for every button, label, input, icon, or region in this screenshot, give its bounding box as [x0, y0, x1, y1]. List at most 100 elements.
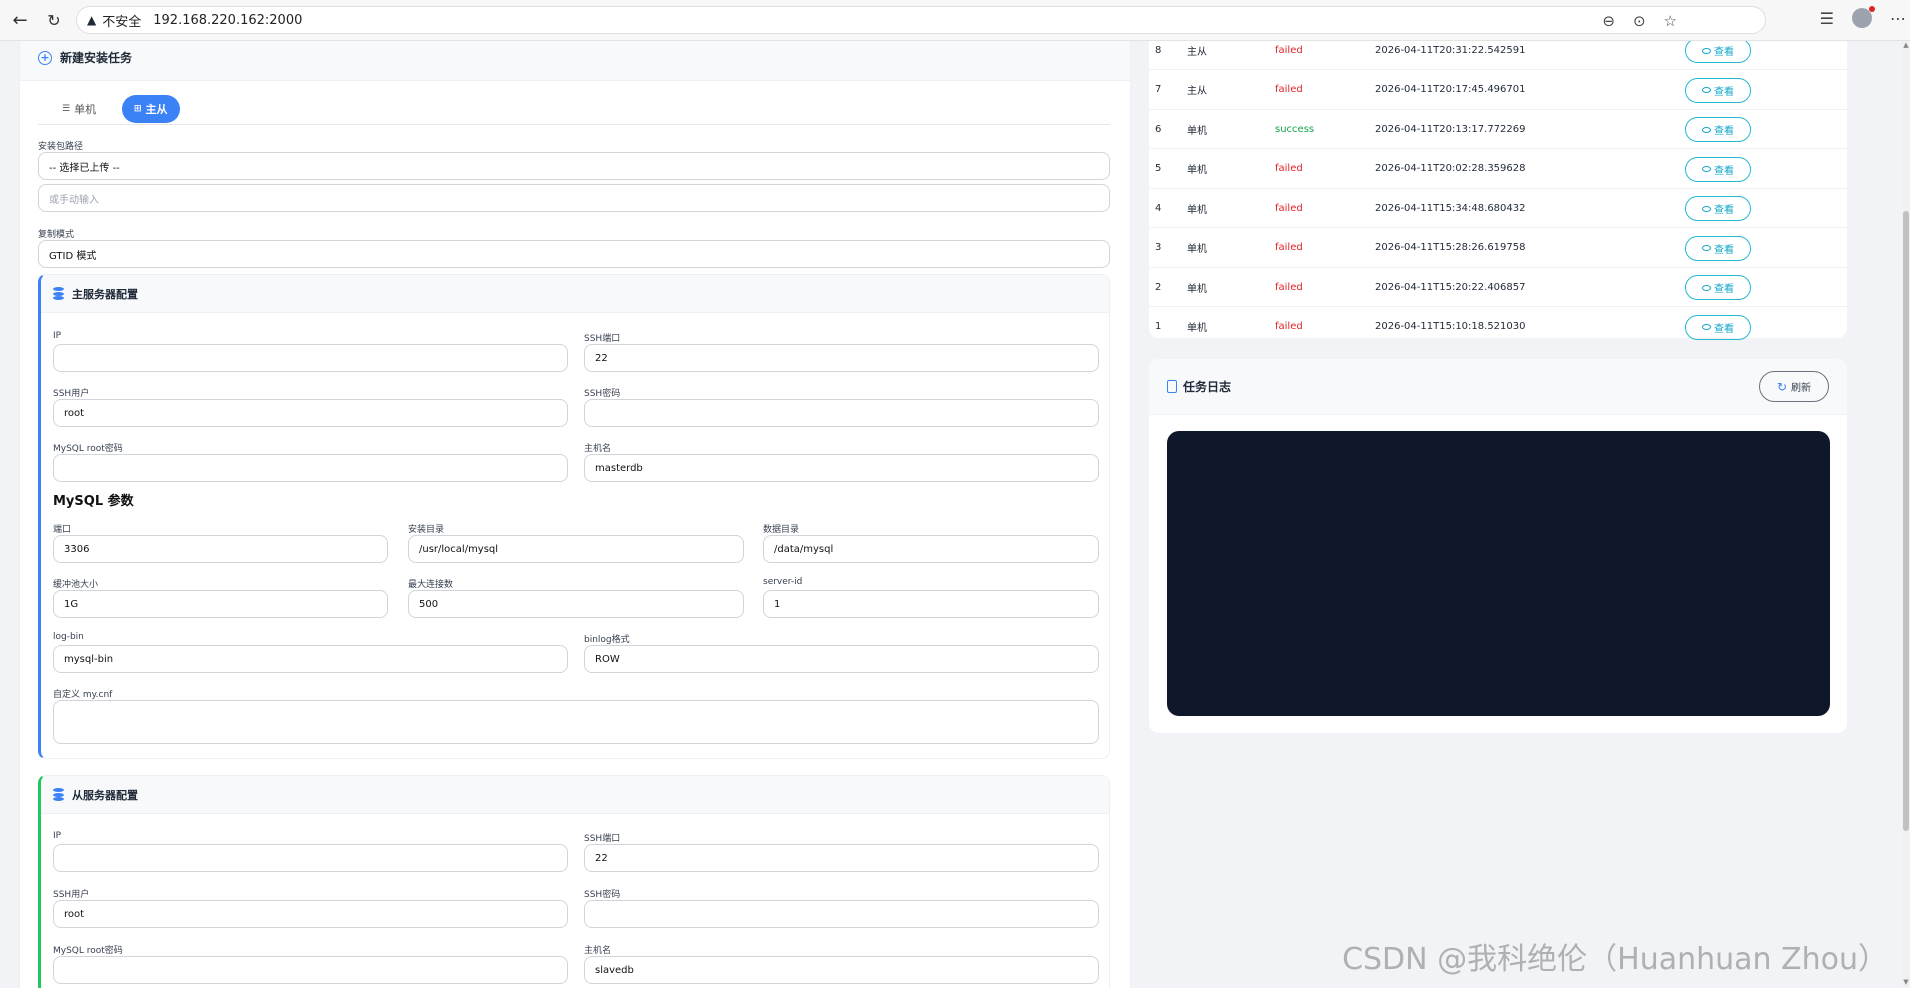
address-bar[interactable]: ▲ 不安全 192.168.220.162:2000 ⊖ ⊙ ☆	[76, 6, 1766, 34]
master-section-header: 主服务器配置	[41, 275, 1109, 313]
master-buffer-input[interactable]: 1G	[53, 590, 388, 618]
database-icon	[53, 788, 64, 801]
replication-select[interactable]: GTID 模式	[38, 240, 1110, 268]
zoom-icon[interactable]: ⊖	[1602, 12, 1615, 30]
master-ip-input[interactable]	[53, 344, 568, 372]
table-row: 6 单机 success 2026-04-11T20:13:17.772269 查看	[1149, 110, 1847, 149]
ssh-pass-label: SSH密码	[584, 389, 621, 399]
ssh-user-label: SSH用户	[53, 389, 90, 399]
task-id: 2	[1155, 281, 1162, 293]
ip-label: IP	[53, 331, 62, 341]
tab-master-slave[interactable]: ⊞ 主从	[122, 95, 180, 123]
server-id-label: server-id	[763, 577, 803, 587]
card-title: 新建安装任务	[60, 51, 133, 65]
view-label: 查看	[1714, 284, 1734, 295]
view-button[interactable]: 查看	[1685, 275, 1751, 300]
card-header: + 新建安装任务	[20, 41, 1130, 81]
logbin-label: log-bin	[53, 632, 84, 642]
eye-icon	[1702, 47, 1711, 54]
master-maxconn-input[interactable]: 500	[408, 590, 744, 618]
back-icon[interactable]: ←	[8, 8, 32, 32]
scroll-up-icon[interactable]: ▲	[1902, 41, 1910, 51]
task-id: 5	[1155, 163, 1162, 174]
master-binlog-format-select[interactable]: ROW	[584, 645, 1099, 673]
tab-label: 单机	[74, 103, 97, 116]
slave-ssh-pass-input[interactable]	[584, 900, 1099, 928]
page-scrollbar[interactable]: ▲ ▼	[1902, 41, 1910, 988]
url-text: 192.168.220.162:2000	[153, 12, 303, 28]
view-label: 查看	[1714, 47, 1734, 58]
database-icon	[53, 287, 64, 300]
sitemap-icon: ⊞	[134, 104, 142, 114]
plus-circle-icon: +	[38, 50, 52, 65]
more-icon[interactable]: ⋯	[1890, 9, 1906, 28]
task-log-card: 任务日志 ↻ 刷新	[1149, 359, 1847, 733]
task-id: 7	[1155, 84, 1162, 95]
browser-toolbar: ← ↻ ▲ 不安全 192.168.220.162:2000 ⊖ ⊙ ☆ ☰ ⋯	[0, 0, 1910, 41]
reload-icon[interactable]: ↻	[42, 8, 66, 32]
master-install-dir-input[interactable]: /usr/local/mysql	[408, 535, 744, 563]
slave-hostname-input[interactable]: slavedb	[584, 956, 1099, 984]
avatar[interactable]	[1852, 6, 1875, 28]
reader-icon[interactable]: ⊙	[1633, 12, 1646, 30]
task-time: 2026-04-11T15:20:22.406857	[1375, 281, 1526, 293]
master-ssh-pass-input[interactable]	[584, 399, 1099, 427]
task-time: 2026-04-11T15:10:18.521030	[1375, 321, 1526, 332]
master-mysql-root-input[interactable]	[53, 454, 568, 482]
view-button[interactable]: 查看	[1685, 235, 1751, 261]
scroll-down-icon[interactable]: ▼	[1902, 978, 1910, 988]
page: + 新建安装任务 ☰ 单机 ⊞ 主从 安装包路径 -- 选择已上传 -- 或手动…	[0, 41, 1910, 988]
favorite-star-icon[interactable]: ☆	[1664, 12, 1677, 30]
eye-icon	[1702, 87, 1711, 93]
slave-section-title: 从服务器配置	[72, 788, 138, 802]
view-button[interactable]: 查看	[1685, 117, 1751, 142]
task-status: failed	[1275, 321, 1303, 332]
slave-config-section: 从服务器配置 IP SSH端口 22 SSH用户 root SSH密码 MySQ…	[38, 775, 1110, 988]
slave-ssh-port-input[interactable]: 22	[584, 844, 1099, 872]
task-id: 4	[1155, 202, 1162, 214]
tab-label: 主从	[145, 103, 168, 116]
master-ssh-user-input[interactable]: root	[53, 399, 568, 427]
slave-section-header: 从服务器配置	[41, 776, 1109, 814]
task-time: 2026-04-11T15:34:48.680432	[1375, 202, 1526, 214]
master-hostname-input[interactable]: masterdb	[584, 454, 1099, 482]
view-button[interactable]: 查看	[1685, 196, 1751, 221]
eye-icon	[1702, 284, 1711, 291]
table-row: 3 单机 failed 2026-04-11T15:28:26.619758 查看	[1149, 229, 1847, 268]
ssh-pass-label: SSH密码	[584, 890, 621, 900]
master-ssh-port-input[interactable]: 22	[584, 344, 1099, 372]
refresh-button[interactable]: ↻ 刷新	[1759, 371, 1829, 402]
package-select[interactable]: -- 选择已上传 --	[38, 152, 1110, 180]
master-logbin-input[interactable]: mysql-bin	[53, 645, 568, 673]
table-row: 8 主从 failed 2026-04-11T20:31:22.542591 查看	[1149, 41, 1847, 70]
task-time: 2026-04-11T20:13:17.772269	[1375, 123, 1526, 135]
mysql-params-title: MySQL 参数	[53, 494, 134, 509]
slave-ip-input[interactable]	[53, 844, 568, 872]
hostname-label: 主机名	[584, 946, 612, 956]
task-list-card: 8 主从 failed 2026-04-11T20:31:22.542591 查看 7 主从…	[1149, 41, 1847, 347]
replication-label: 复制模式	[38, 230, 75, 240]
view-button[interactable]: 查看	[1685, 156, 1751, 182]
log-console	[1167, 431, 1830, 716]
hostname-label: 主机名	[584, 444, 612, 454]
watermark: CSDN @我科绝伦（Huanhuan Zhou）	[1342, 942, 1888, 977]
table-row: 7 主从 failed 2026-04-11T20:17:45.496701 查看	[1149, 71, 1847, 110]
master-port-input[interactable]: 3306	[53, 535, 388, 563]
refresh-label: 刷新	[1791, 383, 1812, 394]
tab-standalone[interactable]: ☰ 单机	[50, 95, 108, 123]
task-status: failed	[1275, 84, 1303, 95]
package-manual-input[interactable]: 或手动输入	[38, 184, 1110, 212]
master-data-dir-input[interactable]: /data/mysql	[763, 535, 1099, 563]
view-button[interactable]: 查看	[1685, 41, 1751, 63]
scrollbar-thumb[interactable]	[1903, 211, 1909, 831]
task-mode: 主从	[1187, 86, 1207, 97]
log-title: 任务日志	[1183, 380, 1232, 394]
task-mode: 单机	[1187, 125, 1207, 137]
view-button[interactable]: 查看	[1685, 77, 1751, 103]
slave-ssh-user-input[interactable]: root	[53, 900, 568, 928]
master-server-id-input[interactable]: 1	[763, 590, 1099, 618]
favorites-icon[interactable]: ☰	[1820, 9, 1834, 28]
master-mycnf-textarea[interactable]	[53, 700, 1099, 744]
view-button[interactable]: 查看	[1685, 314, 1751, 340]
slave-mysql-root-input[interactable]	[53, 956, 568, 984]
